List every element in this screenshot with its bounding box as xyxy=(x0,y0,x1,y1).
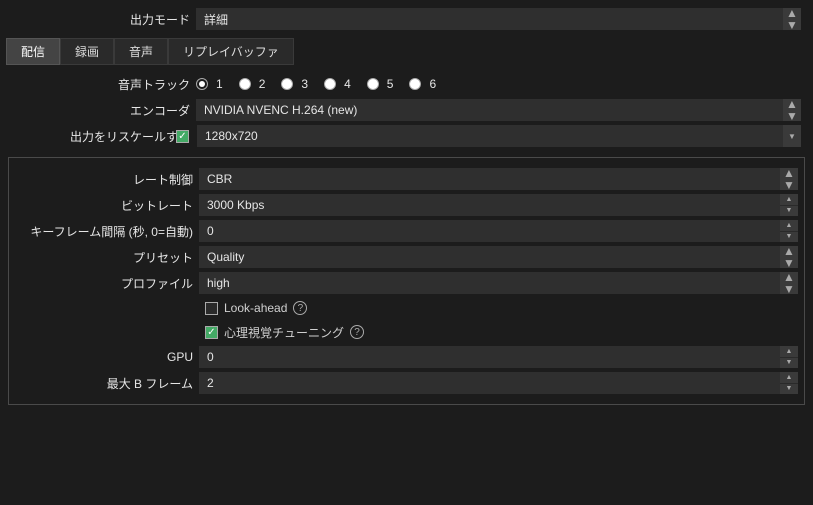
bframes-label: 最大 B フレーム xyxy=(9,375,199,392)
audio-track-label: 音声トラック xyxy=(6,76,196,93)
updown-icon xyxy=(783,99,801,121)
preset-label: プリセット xyxy=(9,249,199,266)
help-icon[interactable] xyxy=(350,325,364,339)
bitrate-input[interactable]: 3000 Kbps ▲▼ xyxy=(199,194,798,216)
tab-bar: 配信 録画 音声 リプレイバッファ xyxy=(0,32,813,65)
rescale-checkbox[interactable] xyxy=(176,130,189,143)
audio-track-4-radio[interactable] xyxy=(324,78,336,90)
rate-control-select[interactable]: CBR xyxy=(199,168,798,190)
output-mode-value: 詳細 xyxy=(204,11,228,28)
audio-track-2-radio[interactable] xyxy=(239,78,251,90)
audio-track-group: 1 2 3 4 5 6 xyxy=(196,77,448,91)
tab-stream[interactable]: 配信 xyxy=(6,38,60,65)
bframes-input[interactable]: 2 ▲▼ xyxy=(199,372,798,394)
tab-audio[interactable]: 音声 xyxy=(114,38,168,65)
audio-track-3-label: 3 xyxy=(301,77,308,91)
lookahead-checkbox[interactable] xyxy=(205,302,218,315)
psycho-checkbox[interactable] xyxy=(205,326,218,339)
gpu-input[interactable]: 0 ▲▼ xyxy=(199,346,798,368)
spinner-icon[interactable]: ▲▼ xyxy=(780,194,798,216)
audio-track-3-radio[interactable] xyxy=(281,78,293,90)
audio-track-4-label: 4 xyxy=(344,77,351,91)
bitrate-value: 3000 Kbps xyxy=(207,198,264,212)
rescale-select[interactable]: 1280x720 xyxy=(197,125,801,147)
keyframe-input[interactable]: 0 ▲▼ xyxy=(199,220,798,242)
audio-track-5-radio[interactable] xyxy=(367,78,379,90)
rescale-value: 1280x720 xyxy=(205,129,258,143)
spinner-icon[interactable]: ▲▼ xyxy=(780,372,798,394)
audio-track-1-radio[interactable] xyxy=(196,78,208,90)
tab-record[interactable]: 録画 xyxy=(60,38,114,65)
preset-select[interactable]: Quality xyxy=(199,246,798,268)
audio-track-6-radio[interactable] xyxy=(409,78,421,90)
bitrate-label: ビットレート xyxy=(9,197,199,214)
bframes-value: 2 xyxy=(207,376,214,390)
help-icon[interactable] xyxy=(293,301,307,315)
audio-track-5-label: 5 xyxy=(387,77,394,91)
preset-value: Quality xyxy=(207,250,244,264)
rate-control-label: レート制御 xyxy=(9,171,199,188)
rescale-label: 出力をリスケールする xyxy=(6,128,196,145)
rate-control-value: CBR xyxy=(207,172,232,186)
encoder-settings-box: レート制御 CBR ビットレート 3000 Kbps ▲▼ キーフレーム間隔 (… xyxy=(8,157,805,405)
encoder-label: エンコーダ xyxy=(6,102,196,119)
output-mode-label: 出力モード xyxy=(6,11,196,28)
output-mode-select[interactable]: 詳細 xyxy=(196,8,801,30)
profile-label: プロファイル xyxy=(9,275,199,292)
keyframe-label: キーフレーム間隔 (秒, 0=自動) xyxy=(9,223,199,240)
audio-track-2-label: 2 xyxy=(259,77,266,91)
gpu-value: 0 xyxy=(207,350,214,364)
profile-value: high xyxy=(207,276,230,290)
psycho-label: 心理視覚チューニング xyxy=(224,324,344,341)
lookahead-label: Look-ahead xyxy=(224,301,287,315)
updown-icon xyxy=(780,272,798,294)
chevron-down-icon xyxy=(783,125,801,147)
tab-replay[interactable]: リプレイバッファ xyxy=(168,38,294,65)
spinner-icon[interactable]: ▲▼ xyxy=(780,346,798,368)
updown-icon xyxy=(780,168,798,190)
updown-icon xyxy=(780,246,798,268)
keyframe-value: 0 xyxy=(207,224,214,238)
profile-select[interactable]: high xyxy=(199,272,798,294)
spinner-icon[interactable]: ▲▼ xyxy=(780,220,798,242)
gpu-label: GPU xyxy=(9,350,199,364)
audio-track-1-label: 1 xyxy=(216,77,223,91)
audio-track-6-label: 6 xyxy=(429,77,436,91)
encoder-value: NVIDIA NVENC H.264 (new) xyxy=(204,103,357,117)
encoder-select[interactable]: NVIDIA NVENC H.264 (new) xyxy=(196,99,801,121)
updown-icon xyxy=(783,8,801,30)
